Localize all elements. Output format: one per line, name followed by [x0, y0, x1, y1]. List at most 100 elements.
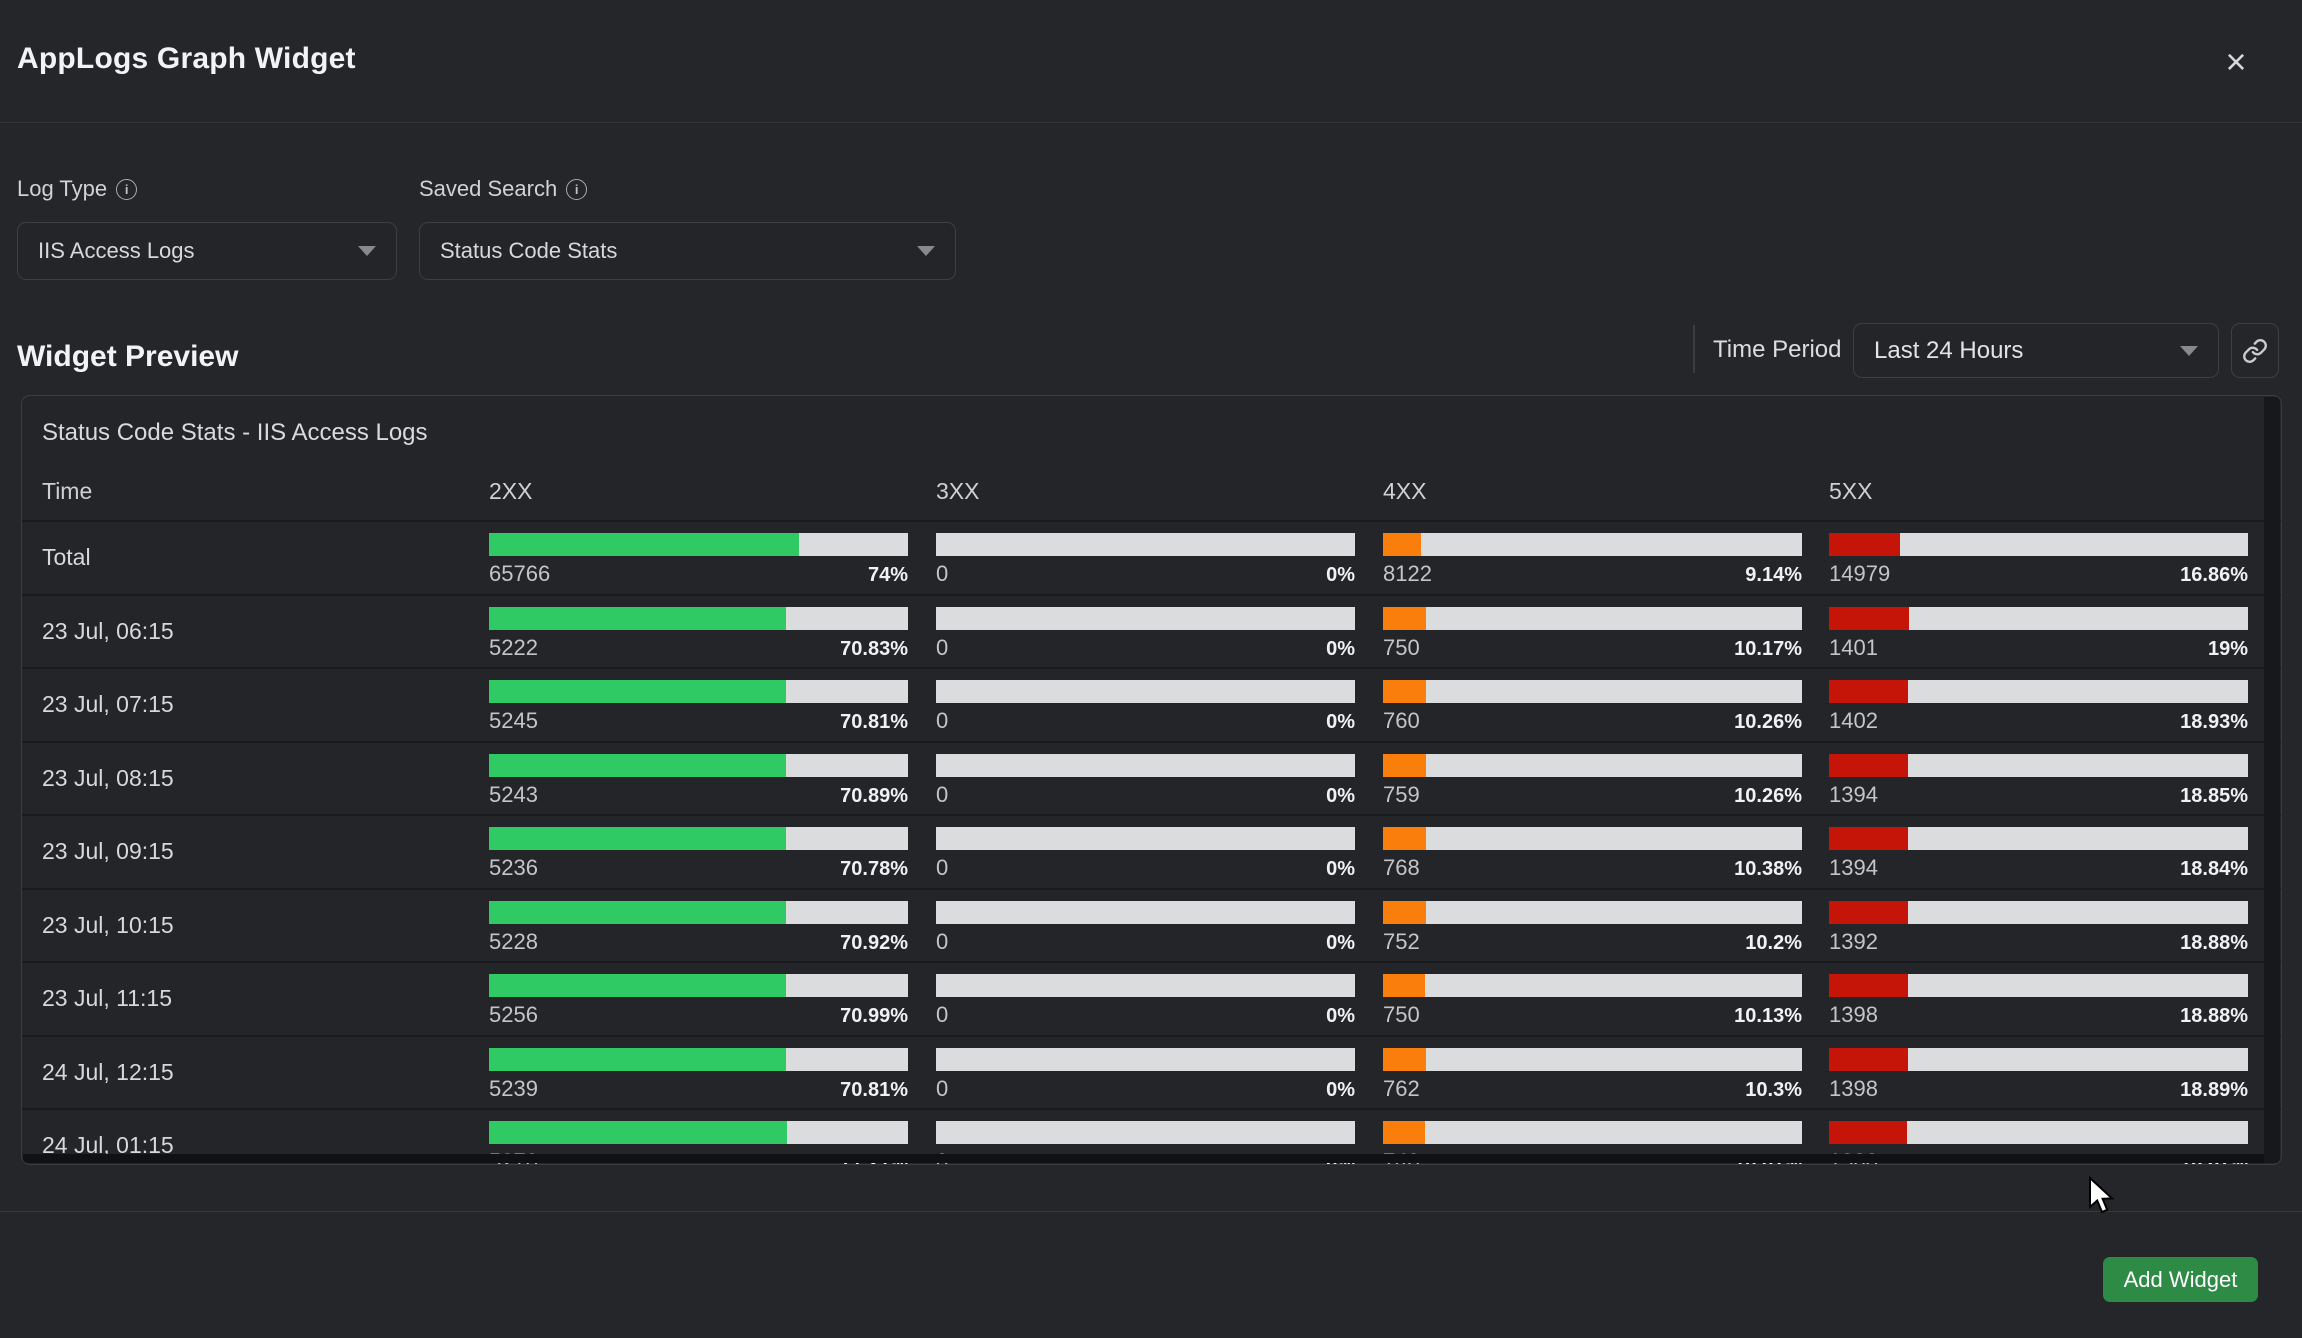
- status-cell-3xx: 0 0%: [936, 596, 1383, 668]
- chevron-down-icon: [2180, 346, 2198, 356]
- column-header-3xx: 3XX: [936, 478, 1383, 505]
- dialog-title: AppLogs Graph Widget: [17, 42, 356, 76]
- status-cell-5xx: 14979 16.86%: [1829, 522, 2249, 594]
- table-row: 23 Jul, 07:15 5245 70.81% 0 0% 760 10.26…: [22, 667, 2281, 741]
- close-icon[interactable]: ×: [2214, 40, 2258, 84]
- status-cell-5xx: 1398 18.89%: [1829, 1037, 2249, 1109]
- info-icon[interactable]: i: [566, 179, 587, 200]
- cell-value: 759: [1383, 782, 1420, 808]
- progress-bar-fill: [1383, 1048, 1426, 1071]
- info-icon[interactable]: i: [116, 179, 137, 200]
- cell-percent: 16.86%: [2180, 564, 2248, 587]
- cell-percent: 70.78%: [840, 858, 908, 881]
- cell-percent: 0%: [1326, 785, 1355, 808]
- progress-bar-fill: [1383, 901, 1426, 924]
- log-type-label: Log Type i: [17, 176, 137, 202]
- table-row: 23 Jul, 10:15 5228 70.92% 0 0% 752 10.2%: [22, 888, 2281, 962]
- vertical-scrollbar[interactable]: [2264, 397, 2280, 1163]
- status-cell-4xx: 750 10.13%: [1383, 963, 1829, 1035]
- progress-bar-fill: [1383, 533, 1421, 556]
- horizontal-scrollbar[interactable]: [23, 1154, 2264, 1163]
- cell-value: 5245: [489, 708, 538, 734]
- progress-bar: [489, 533, 908, 556]
- progress-bar: [1383, 1121, 1802, 1144]
- progress-bar-fill: [1383, 1121, 1425, 1144]
- progress-bar-fill: [489, 607, 786, 630]
- saved-search-select[interactable]: Status Code Stats: [419, 222, 956, 280]
- table-row: 23 Jul, 08:15 5243 70.89% 0 0% 759 10.26…: [22, 741, 2281, 815]
- status-cell-3xx: 0 0%: [936, 890, 1383, 962]
- time-period-select[interactable]: Last 24 Hours: [1853, 323, 2219, 378]
- progress-bar-fill: [489, 1048, 786, 1071]
- status-cell-2xx: 5256 70.99%: [489, 963, 936, 1035]
- progress-bar: [1829, 754, 2248, 777]
- status-cell-3xx: 0 0%: [936, 743, 1383, 815]
- progress-bar-fill: [1829, 1121, 1907, 1144]
- add-widget-button[interactable]: Add Widget: [2103, 1257, 2258, 1302]
- progress-bar: [936, 533, 1355, 556]
- time-period-label: Time Period: [1713, 336, 1841, 364]
- cell-value: 1394: [1829, 782, 1878, 808]
- progress-bar-fill: [1383, 680, 1426, 703]
- status-cell-5xx: 1398 18.88%: [1829, 963, 2249, 1035]
- saved-search-label-text: Saved Search: [419, 176, 557, 202]
- cell-percent: 70.89%: [840, 785, 908, 808]
- time-period-divider: [1693, 325, 1695, 373]
- link-icon: [2242, 338, 2268, 364]
- status-cell-5xx: 1402 18.93%: [1829, 669, 2249, 741]
- cell-percent: 10.26%: [1734, 785, 1802, 808]
- status-cell-5xx: 1392 18.88%: [1829, 890, 2249, 962]
- cell-value: 1398: [1829, 1002, 1878, 1028]
- progress-bar-fill: [489, 1121, 787, 1144]
- log-type-selected-value: IIS Access Logs: [38, 238, 195, 264]
- copy-link-button[interactable]: [2231, 323, 2279, 378]
- progress-bar-fill: [1383, 974, 1425, 997]
- saved-search-selected-value: Status Code Stats: [440, 238, 617, 264]
- progress-bar: [1383, 680, 1802, 703]
- cell-percent: 0%: [1326, 564, 1355, 587]
- time-period-selected-value: Last 24 Hours: [1874, 337, 2023, 365]
- cell-value: 1394: [1829, 855, 1878, 881]
- row-time-label: Total: [42, 544, 489, 571]
- status-cell-5xx: 1394 18.84%: [1829, 816, 2249, 888]
- status-cell-4xx: 760 10.26%: [1383, 669, 1829, 741]
- cell-value: 762: [1383, 1076, 1420, 1102]
- progress-bar: [936, 1121, 1355, 1144]
- status-cell-2xx: 5228 70.92%: [489, 890, 936, 962]
- table-row: 23 Jul, 09:15 5236 70.78% 0 0% 768 10.38…: [22, 814, 2281, 888]
- progress-bar-fill: [1383, 827, 1426, 850]
- chevron-down-icon: [917, 246, 935, 256]
- progress-bar-fill: [1829, 1048, 1908, 1071]
- row-time-label: 23 Jul, 11:15: [42, 985, 489, 1012]
- progress-bar: [936, 754, 1355, 777]
- row-time-label: 23 Jul, 09:15: [42, 838, 489, 865]
- status-cell-4xx: 750 10.17%: [1383, 596, 1829, 668]
- cell-percent: 10.26%: [1734, 711, 1802, 734]
- column-header-5xx: 5XX: [1829, 478, 2249, 505]
- status-cell-4xx: 752 10.2%: [1383, 890, 1829, 962]
- log-type-select[interactable]: IIS Access Logs: [17, 222, 397, 280]
- progress-bar-fill: [1829, 680, 1908, 703]
- cell-value: 0: [936, 1002, 948, 1028]
- progress-bar: [489, 901, 908, 924]
- cell-value: 1402: [1829, 708, 1878, 734]
- cell-percent: 0%: [1326, 858, 1355, 881]
- progress-bar-fill: [1829, 754, 1908, 777]
- progress-bar: [489, 827, 908, 850]
- progress-bar-fill: [1383, 607, 1426, 630]
- cell-value: 752: [1383, 929, 1420, 955]
- cell-percent: 0%: [1326, 638, 1355, 661]
- progress-bar: [1383, 974, 1802, 997]
- cell-percent: 18.88%: [2180, 1005, 2248, 1028]
- cell-value: 65766: [489, 561, 550, 587]
- status-cell-5xx: 1394 18.85%: [1829, 743, 2249, 815]
- cell-percent: 18.93%: [2180, 711, 2248, 734]
- row-time-label: 23 Jul, 10:15: [42, 912, 489, 939]
- cell-value: 0: [936, 1076, 948, 1102]
- status-cell-2xx: 5222 70.83%: [489, 596, 936, 668]
- saved-search-label: Saved Search i: [419, 176, 587, 202]
- column-header-2xx: 2XX: [489, 478, 936, 505]
- progress-bar: [1829, 607, 2248, 630]
- column-header-time: Time: [42, 478, 489, 505]
- cell-value: 0: [936, 929, 948, 955]
